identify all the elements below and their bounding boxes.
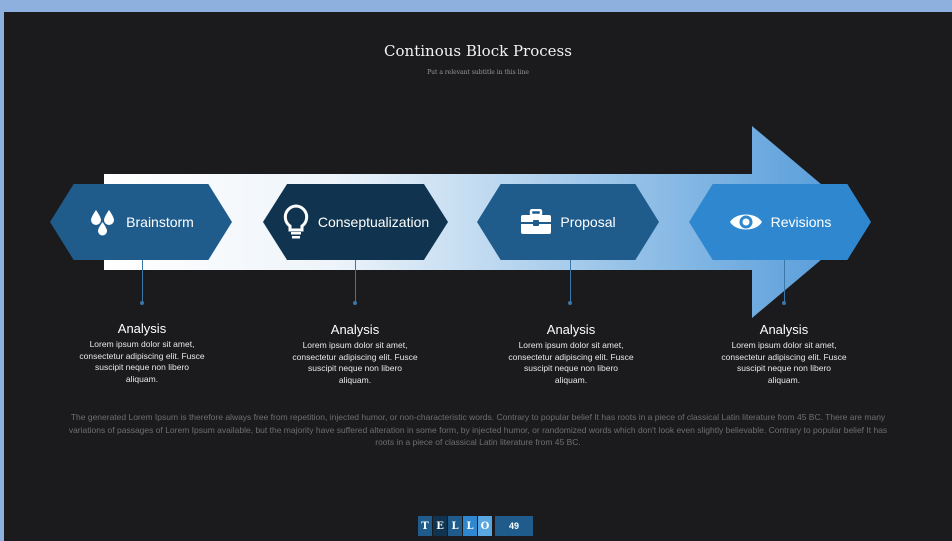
connector-line: [570, 260, 571, 304]
detail-heading: Analysis: [117, 321, 167, 336]
detail-column: Analysis Lorem ipsum dolor sit amet, con…: [280, 322, 430, 386]
connector-line: [784, 260, 785, 304]
slide: Continous Block Process Put a relevant s…: [4, 12, 952, 541]
brand-letter: O: [478, 516, 492, 536]
step-conseptualization[interactable]: Conseptualization: [263, 184, 448, 260]
detail-text: Lorem ipsum dolor sit amet, consectetur …: [508, 340, 634, 385]
step-brainstorm[interactable]: Brainstorm: [50, 184, 232, 260]
brand-letter: E: [433, 516, 447, 536]
lightbulb-icon: [282, 204, 310, 240]
brand-letter: L: [448, 516, 462, 536]
briefcase-icon: [520, 209, 552, 235]
detail-heading: Analysis: [330, 322, 380, 337]
connector-dot: [782, 301, 786, 305]
page-number: 49: [495, 516, 533, 536]
detail-column: Analysis Lorem ipsum dolor sit amet, con…: [67, 321, 217, 385]
detail-text: Lorem ipsum dolor sit amet, consectetur …: [721, 340, 847, 385]
step-label: Conseptualization: [317, 214, 430, 230]
connector-dot: [140, 301, 144, 305]
brand-letter: L: [463, 516, 477, 536]
step-label: Proposal: [560, 214, 616, 230]
brand-letter: T: [418, 516, 432, 536]
detail-column: Analysis Lorem ipsum dolor sit amet, con…: [496, 322, 646, 386]
drops-icon: [88, 207, 118, 237]
detail-heading: Analysis: [546, 322, 596, 337]
connector-line: [355, 260, 356, 304]
connector-dot: [568, 301, 572, 305]
detail-heading: Analysis: [759, 322, 809, 337]
process-arrow: [104, 126, 866, 318]
connector-dot: [353, 301, 357, 305]
footer-paragraph: The generated Lorem Ipsum is therefore a…: [68, 412, 888, 447]
detail-column: Analysis Lorem ipsum dolor sit amet, con…: [709, 322, 859, 386]
eye-icon: [729, 211, 763, 233]
step-proposal[interactable]: Proposal: [477, 184, 659, 260]
detail-text: Lorem ipsum dolor sit amet, consectetur …: [79, 339, 205, 384]
connector-line: [142, 260, 143, 304]
step-revisions[interactable]: Revisions: [689, 184, 871, 260]
step-label: Revisions: [770, 214, 832, 230]
step-label: Brainstorm: [126, 214, 194, 230]
detail-text: Lorem ipsum dolor sit amet, consectetur …: [292, 340, 418, 385]
brand-logo: T E L L O 49: [418, 516, 534, 536]
